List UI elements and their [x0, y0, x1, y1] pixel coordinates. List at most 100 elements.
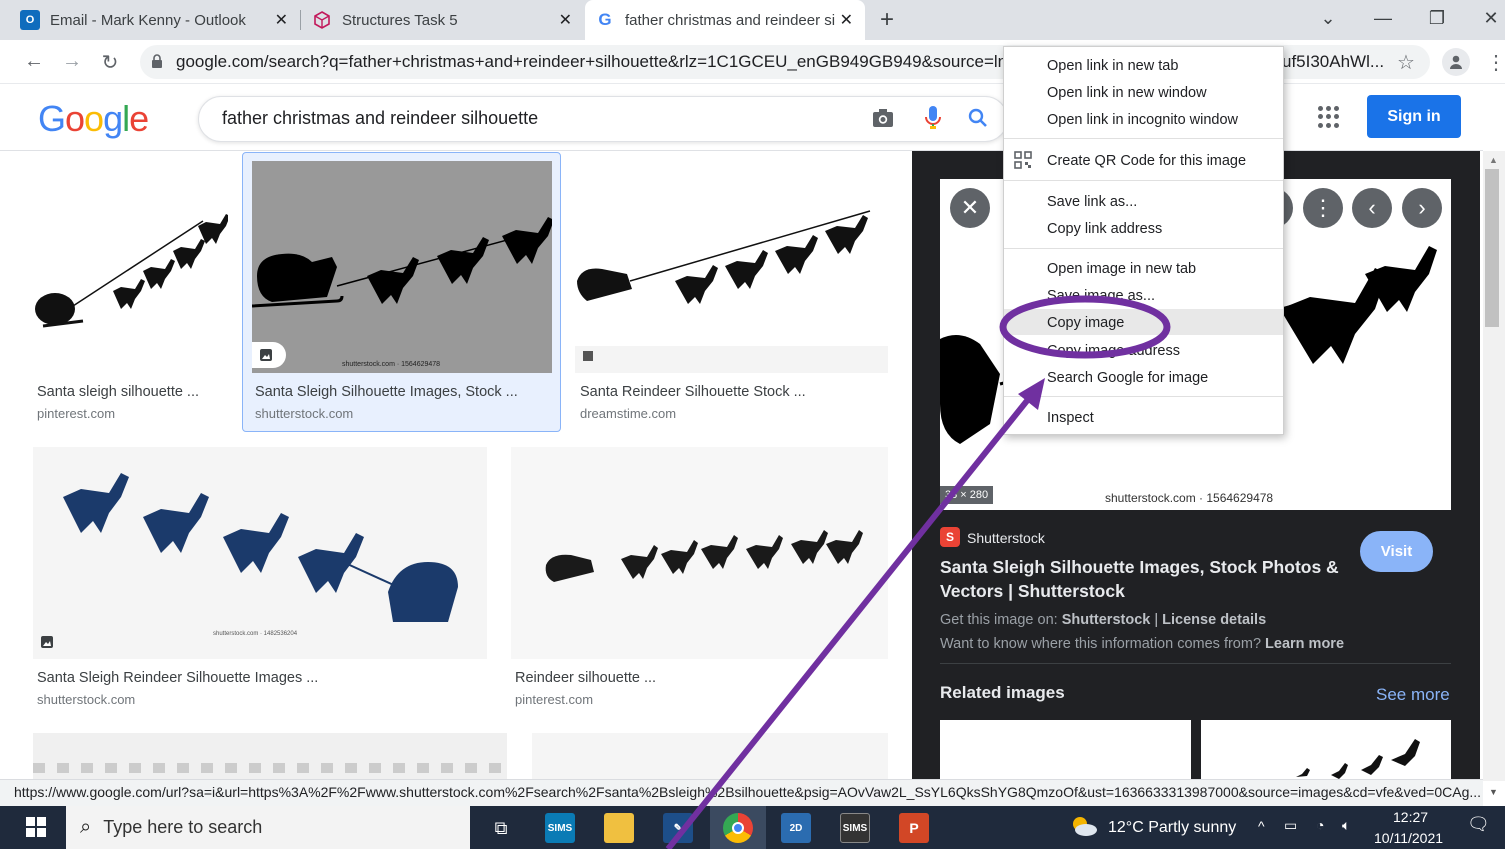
profile-avatar[interactable]: [1442, 48, 1470, 76]
new-tab-icon[interactable]: +: [880, 6, 894, 34]
clock-time[interactable]: 12:27: [1393, 809, 1428, 825]
result-thumbnail[interactable]: [575, 161, 888, 373]
result-thumbnail[interactable]: [511, 447, 888, 659]
task-view-icon[interactable]: ⧉: [486, 813, 516, 843]
sign-in-button[interactable]: Sign in: [1367, 95, 1461, 138]
menu-search-google-for-image[interactable]: Search Google for image: [1047, 370, 1208, 386]
forward-icon[interactable]: →: [60, 50, 84, 73]
see-more-link[interactable]: See more: [1376, 685, 1450, 705]
scrollbar-thumb[interactable]: [1485, 169, 1499, 327]
menu-open-link-new-window[interactable]: Open link in new window: [1047, 85, 1207, 101]
source-site-name[interactable]: Shutterstock: [967, 530, 1045, 546]
result-source[interactable]: shutterstock.com: [37, 692, 135, 707]
context-menu: Open link in new tab Open link in new wi…: [1003, 46, 1284, 435]
reload-icon[interactable]: ↻: [98, 50, 122, 75]
powerpoint-icon[interactable]: P: [899, 813, 929, 843]
result-thumbnail[interactable]: [33, 161, 228, 373]
google-apps-icon[interactable]: [1318, 106, 1340, 128]
menu-open-link-incognito[interactable]: Open link in incognito window: [1047, 112, 1238, 128]
info-question: Want to know where this information come…: [940, 636, 1262, 652]
scroll-down-icon[interactable]: ▼: [1489, 787, 1498, 797]
tab-google-search[interactable]: G father christmas and reindeer silh ✕: [585, 0, 865, 40]
result-title[interactable]: Santa Reindeer Silhouette Stock ...: [580, 384, 806, 400]
camera-icon[interactable]: [872, 108, 894, 133]
tab-outlook[interactable]: O Email - Mark Kenny - Outlook ✕: [20, 0, 300, 40]
menu-copy-image-address[interactable]: Copy image address: [1047, 343, 1180, 359]
menu-save-image-as[interactable]: Save image as...: [1047, 288, 1155, 304]
minimize-icon[interactable]: —: [1371, 8, 1395, 29]
google-logo[interactable]: Google: [38, 98, 149, 140]
image-badge-icon: [252, 342, 286, 368]
result-thumbnail[interactable]: [532, 733, 888, 779]
result-title[interactable]: Reindeer silhouette ...: [515, 670, 656, 686]
tab-structures[interactable]: Structures Task 5 ✕: [312, 0, 584, 40]
visit-button[interactable]: Visit: [1360, 531, 1433, 572]
menu-inspect[interactable]: Inspect: [1047, 410, 1094, 426]
show-hidden-icons-icon[interactable]: ^: [1258, 818, 1265, 834]
sketch-icon[interactable]: ✎: [663, 813, 693, 843]
chrome-icon[interactable]: [723, 813, 753, 843]
weather-text[interactable]: 12°C Partly sunny: [1108, 819, 1236, 837]
result-thumbnail[interactable]: [33, 733, 507, 779]
address-url[interactable]: google.com/search?q=father+christmas+and…: [176, 52, 1006, 72]
volume-icon[interactable]: 🔈︎: [1342, 817, 1350, 834]
result-source[interactable]: dreamstime.com: [580, 406, 676, 421]
menu-separator: [1004, 138, 1283, 139]
page-scrollbar[interactable]: ▲ ▼: [1483, 151, 1505, 797]
notifications-icon[interactable]: 🗨︎: [1467, 814, 1490, 835]
search-icon[interactable]: [968, 108, 988, 133]
close-preview-icon[interactable]: ✕: [950, 188, 990, 228]
related-image-thumbnail[interactable]: [940, 720, 1191, 779]
shutterstock-logo-icon: S: [940, 527, 960, 547]
clock-date[interactable]: 10/11/2021: [1374, 830, 1443, 846]
sims-icon[interactable]: SIMS: [840, 813, 870, 843]
address-url-tail[interactable]: uf5I30AhWl...: [1282, 52, 1384, 72]
menu-create-qr-code[interactable]: Create QR Code for this image: [1047, 153, 1246, 169]
result-source[interactable]: shutterstock.com: [255, 406, 353, 421]
result-source[interactable]: pinterest.com: [37, 406, 115, 421]
scroll-up-icon[interactable]: ▲: [1489, 155, 1498, 165]
google-g-icon: G: [598, 10, 612, 29]
battery-icon[interactable]: ▭: [1284, 817, 1297, 834]
close-tab-icon[interactable]: ✕: [559, 10, 572, 30]
tab-search-chevron-icon[interactable]: ⌄: [1316, 8, 1340, 29]
browser-menu-icon[interactable]: ⋮: [1486, 50, 1505, 75]
windows-start-icon[interactable]: [26, 817, 46, 842]
related-image-thumbnail[interactable]: [1201, 720, 1451, 779]
restore-icon[interactable]: ❐: [1425, 8, 1449, 29]
close-window-icon[interactable]: ✕: [1479, 8, 1503, 29]
search-icon: ⌕: [80, 816, 92, 838]
result-thumbnail[interactable]: shutterstock.com · 1482536204: [33, 447, 487, 659]
result-source[interactable]: pinterest.com: [515, 692, 593, 707]
menu-open-image-new-tab[interactable]: Open image in new tab: [1047, 261, 1196, 277]
result-title[interactable]: Santa Sleigh Reindeer Silhouette Images …: [37, 670, 318, 686]
menu-save-link-as[interactable]: Save link as...: [1047, 194, 1137, 210]
result-title[interactable]: Santa Sleigh Silhouette Images, Stock ..…: [255, 384, 518, 400]
link-status-bar: https://www.google.com/url?sa=i&url=http…: [0, 779, 1483, 806]
wifi-icon[interactable]: ◔: [1316, 817, 1324, 833]
next-image-icon[interactable]: ›: [1402, 188, 1442, 228]
taskbar-search-placeholder[interactable]: Type here to search: [103, 817, 262, 838]
taskbar-search[interactable]: ⌕ Type here to search: [66, 806, 470, 849]
bookmark-star-icon[interactable]: ☆: [1397, 50, 1415, 75]
close-tab-icon[interactable]: ✕: [275, 10, 288, 30]
result-title[interactable]: Santa sleigh silhouette ...: [37, 384, 199, 400]
search-input[interactable]: father christmas and reindeer silhouette: [222, 108, 538, 129]
sims-icon[interactable]: SIMS: [545, 813, 575, 843]
get-image-site-link[interactable]: Shutterstock: [1062, 612, 1151, 628]
more-options-icon[interactable]: ⋮: [1303, 188, 1343, 228]
preview-title[interactable]: Santa Sleigh Silhouette Images, Stock Ph…: [940, 555, 1340, 603]
2d-design-icon[interactable]: 2D: [781, 813, 811, 843]
back-icon[interactable]: ←: [22, 50, 46, 73]
file-explorer-icon[interactable]: [604, 813, 634, 843]
microphone-icon[interactable]: [924, 105, 942, 136]
learn-more-link[interactable]: Learn more: [1265, 636, 1344, 652]
previous-image-icon[interactable]: ‹: [1352, 188, 1392, 228]
result-thumbnail[interactable]: shutterstock.com · 1564629478: [252, 161, 552, 373]
lock-icon[interactable]: [151, 54, 163, 74]
menu-open-link-new-tab[interactable]: Open link in new tab: [1047, 58, 1178, 74]
close-tab-icon[interactable]: ✕: [840, 10, 853, 30]
menu-copy-image[interactable]: Copy image: [1047, 315, 1124, 331]
license-details-link[interactable]: License details: [1162, 612, 1266, 628]
menu-copy-link-address[interactable]: Copy link address: [1047, 221, 1162, 237]
